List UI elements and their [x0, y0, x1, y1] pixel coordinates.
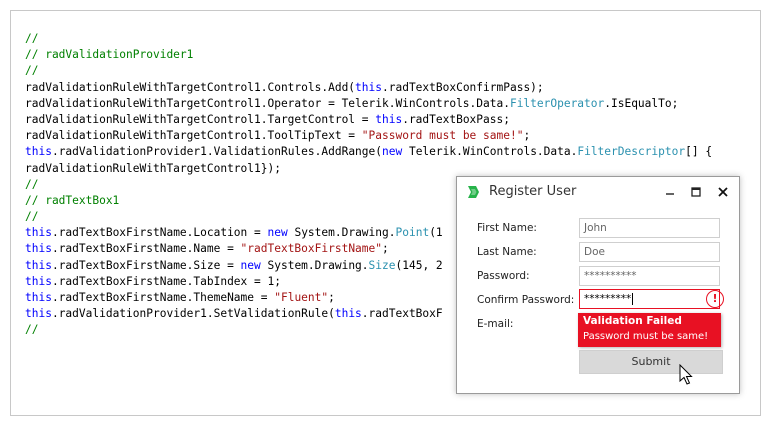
code-token: ; — [382, 242, 389, 256]
code-line: // — [25, 63, 712, 79]
code-token: "Fluent" — [274, 291, 329, 304]
code-token: .radTextBoxFirstName.ThemeName = — [51, 291, 275, 304]
code-token: this — [25, 307, 52, 321]
code-token: .radTextBoxPass; — [402, 112, 510, 126]
code-token: this — [25, 145, 52, 159]
code-token: .radValidationProvider1.SetValidationRul… — [51, 307, 335, 321]
code-token: .radTextBoxFirstName.Size = — [51, 258, 241, 272]
register-user-dialog: Register User First Name: John Last Name… — [456, 176, 740, 394]
code-token: .IsEqualTo; — [604, 96, 679, 110]
text-caret — [632, 293, 634, 305]
error-icon: ! — [706, 290, 724, 308]
last-name-label: Last Name: — [477, 246, 537, 258]
maximize-icon[interactable] — [685, 181, 707, 203]
code-line: radValidationRuleWithTargetControl1.Oper… — [25, 96, 712, 112]
code-line: // — [25, 31, 712, 47]
title-bar[interactable]: Register User — [457, 177, 739, 207]
code-token: ; — [328, 291, 335, 304]
code-line: radValidationRuleWithTargetControl1.Tool… — [25, 128, 712, 144]
code-token: FilterDescriptor — [577, 145, 686, 159]
password-label: Password: — [477, 270, 530, 282]
telerik-app-icon — [468, 186, 479, 198]
code-token: this — [375, 112, 403, 126]
code-token: new — [382, 145, 403, 159]
code-token: // — [25, 323, 39, 337]
last-name-input[interactable]: Doe — [579, 242, 720, 262]
code-line: this.radValidationProvider1.ValidationRu… — [25, 144, 712, 160]
code-token: "radTextBoxFirstName" — [240, 242, 382, 256]
code-token: "Password must be same!" — [361, 129, 524, 143]
code-token: // — [25, 64, 39, 78]
dialog-title: Register User — [489, 184, 577, 199]
code-token: Point — [395, 226, 430, 240]
close-icon[interactable] — [712, 181, 734, 203]
code-token: FilterOperator — [509, 96, 605, 110]
code-token: (1 — [429, 226, 443, 240]
confirm-password-label: Confirm Password: — [477, 294, 575, 306]
code-token: .radTextBoxConfirmPass); — [382, 80, 544, 94]
code-token: // — [25, 177, 39, 191]
code-token: Size — [368, 258, 396, 272]
code-token: .radValidationProvider1.ValidationRules.… — [51, 145, 382, 159]
code-token: this — [25, 226, 52, 240]
code-line: radValidationRuleWithTargetControl1.Targ… — [25, 112, 712, 128]
code-line: radValidationRuleWithTargetControl1}); — [25, 161, 712, 177]
code-token: .radTextBoxFirstName.Location = — [51, 226, 268, 240]
code-token: (145, 2 — [395, 258, 443, 272]
minimize-icon[interactable] — [659, 181, 681, 203]
code-token: .radTextBoxFirstName.TabIndex = 1; — [51, 274, 281, 288]
code-line: radValidationRuleWithTargetControl1.Cont… — [25, 80, 712, 96]
code-token: // — [25, 32, 39, 45]
confirm-password-input[interactable]: ********* — [579, 289, 720, 309]
confirm-password-value: ********* — [584, 293, 632, 305]
code-token: this — [334, 307, 362, 321]
code-token: // radValidationProvider1 — [25, 48, 194, 62]
code-token: ; — [523, 129, 531, 143]
first-name-input[interactable]: John — [579, 218, 720, 238]
password-input[interactable]: ********** — [579, 266, 720, 286]
code-token: Telerik.WinControls.Data. — [402, 145, 578, 159]
code-token: radValidationRuleWithTargetControl1.Targ… — [25, 112, 376, 126]
code-token: // — [25, 210, 39, 224]
code-token: [] { — [685, 145, 713, 159]
code-token: System.Drawing. — [260, 258, 369, 272]
code-token: radValidationRuleWithTargetControl1.Cont… — [25, 80, 356, 94]
code-token: new — [240, 258, 261, 272]
code-token: // radTextBox1 — [25, 193, 120, 207]
code-token: .radTextBoxF — [361, 307, 443, 321]
code-token: this — [25, 274, 52, 288]
code-token: this — [25, 291, 52, 304]
code-token: System.Drawing. — [287, 226, 396, 240]
code-token: .radTextBoxFirstName.Name = — [51, 242, 241, 256]
code-token: radValidationRuleWithTargetControl1.Oper… — [25, 96, 510, 110]
code-token: radValidationRuleWithTargetControl1}); — [25, 161, 281, 175]
code-line: // radValidationProvider1 — [25, 47, 712, 63]
code-token: radValidationRuleWithTargetControl1.Tool… — [25, 129, 362, 143]
code-token: this — [25, 242, 52, 256]
email-label: E-mail: — [477, 318, 514, 330]
tooltip-title: Validation Failed — [583, 315, 682, 327]
tooltip-text: Password must be same! — [583, 331, 709, 342]
code-token: this — [355, 80, 382, 94]
submit-button[interactable]: Submit — [579, 350, 723, 374]
mouse-pointer-icon — [679, 364, 693, 385]
first-name-label: First Name: — [477, 222, 537, 234]
code-token: new — [267, 226, 288, 240]
clipped-code-line — [25, 22, 185, 28]
validation-tooltip: Validation Failed Password must be same! — [578, 313, 721, 347]
code-token: this — [25, 258, 52, 272]
